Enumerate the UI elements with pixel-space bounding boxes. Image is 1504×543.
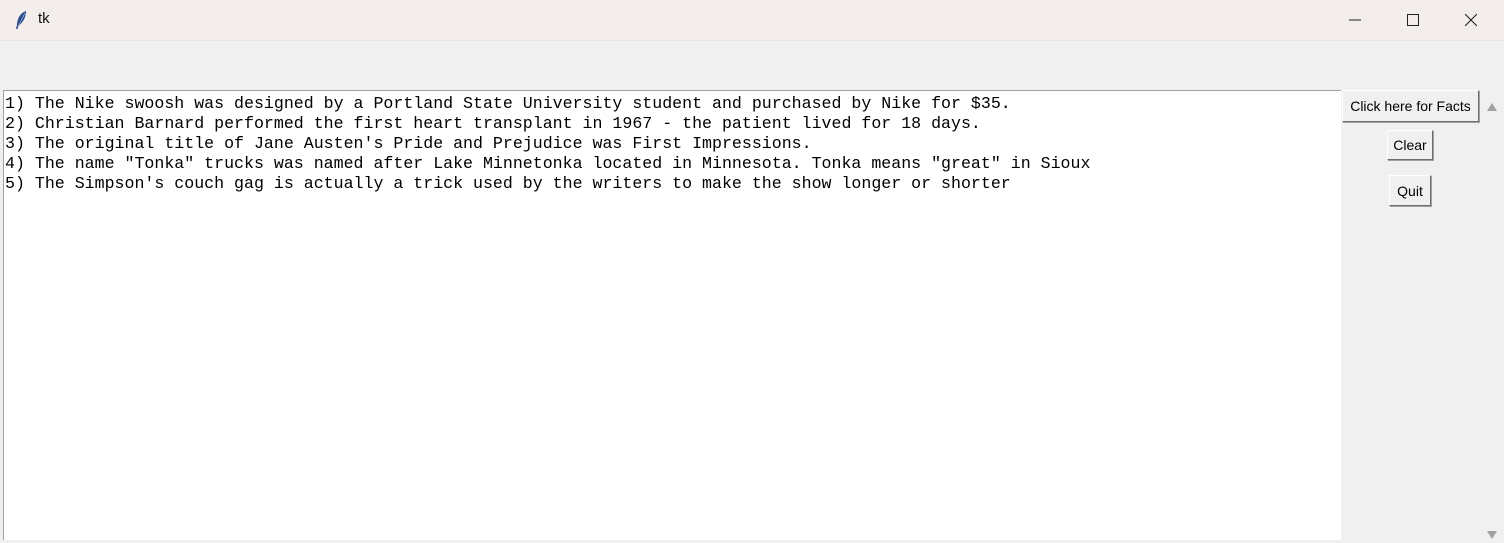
feather-icon — [14, 10, 30, 30]
minimize-icon — [1349, 14, 1361, 26]
title-bar[interactable]: tk — [0, 0, 1504, 41]
facts-button[interactable]: Click here for Facts — [1342, 90, 1479, 122]
facts-text-area[interactable]: 1) The Nike swoosh was designed by a Por… — [3, 90, 1341, 540]
top-frame — [0, 41, 1504, 90]
vertical-scrollbar[interactable] — [1481, 90, 1503, 540]
fact-line: 3) The original title of Jane Austen's P… — [5, 134, 812, 153]
clear-button[interactable]: Clear — [1387, 130, 1433, 160]
fact-line: 4) The name "Tonka" trucks was named aft… — [5, 154, 1091, 173]
scroll-up-arrow-icon[interactable] — [1487, 96, 1497, 115]
maximize-icon — [1407, 14, 1419, 26]
close-icon — [1465, 14, 1477, 26]
fact-line: 1) The Nike swoosh was designed by a Por… — [5, 94, 1011, 113]
close-button[interactable] — [1442, 0, 1500, 40]
scroll-down-arrow-icon[interactable] — [1487, 524, 1497, 543]
window-title: tk — [38, 10, 50, 27]
minimize-button[interactable] — [1326, 0, 1384, 40]
fact-line: 2) Christian Barnard performed the first… — [5, 114, 981, 133]
quit-button[interactable]: Quit — [1389, 175, 1431, 206]
maximize-button[interactable] — [1384, 0, 1442, 40]
fact-line: 5) The Simpson's couch gag is actually a… — [5, 174, 1011, 193]
